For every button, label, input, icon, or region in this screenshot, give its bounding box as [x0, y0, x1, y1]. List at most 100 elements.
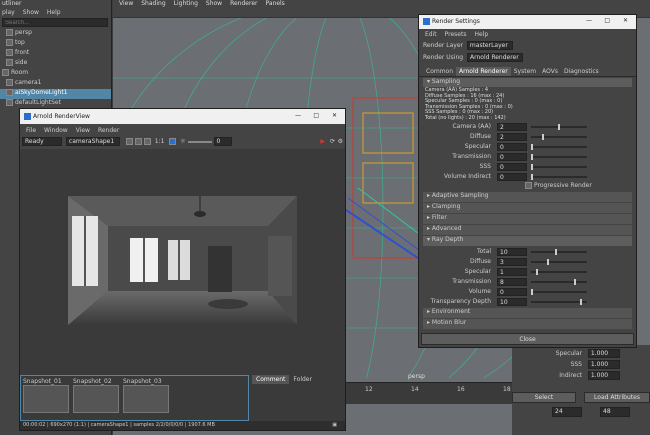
viewport-menu-view[interactable]: View: [119, 0, 133, 7]
sampling-slider-handle[interactable]: [531, 153, 533, 160]
outliner-item-skydome[interactable]: aiSkyDomeLight1: [0, 89, 111, 99]
render-layer-select[interactable]: masterLayer: [466, 41, 513, 50]
ray-depth-field[interactable]: 10: [497, 297, 527, 306]
sampling-field[interactable]: 0: [497, 162, 527, 171]
outliner-item-side[interactable]: side: [0, 59, 111, 69]
ray-depth-field[interactable]: 8: [497, 277, 527, 286]
attr-indirect-field[interactable]: 1.000: [587, 371, 620, 380]
outliner-menu-display[interactable]: play: [2, 9, 15, 16]
rs-menu-help[interactable]: Help: [474, 31, 488, 38]
ray-depth-slider-handle[interactable]: [580, 298, 582, 305]
sampling-slider-handle[interactable]: [558, 123, 560, 130]
sampling-slider-handle[interactable]: [542, 133, 544, 140]
exposure-field[interactable]: 0: [213, 137, 232, 146]
refresh-icon[interactable]: ⟳: [330, 138, 335, 145]
sampling-slider-handle[interactable]: [531, 173, 533, 180]
section-sampling[interactable]: ▾ Sampling: [423, 78, 632, 87]
attr-specular-field[interactable]: 1.000: [587, 349, 620, 358]
ray-depth-field[interactable]: 0: [497, 287, 527, 296]
viewport-menu-panels[interactable]: Panels: [265, 0, 284, 7]
checkbox[interactable]: [525, 181, 532, 189]
tab-system[interactable]: System: [511, 67, 539, 76]
close-icon[interactable]: ✕: [623, 17, 628, 24]
ray-depth-field[interactable]: 1: [497, 267, 527, 276]
minimize-icon[interactable]: —: [295, 112, 301, 119]
render-settings-titlebar[interactable]: Render Settings — □ ✕: [419, 15, 636, 29]
rs-menu-presets[interactable]: Presets: [445, 31, 467, 38]
ray-depth-slider[interactable]: [531, 280, 587, 283]
snapshot-3[interactable]: Snapshot_03: [123, 378, 169, 414]
tab-diagnostics[interactable]: Diagnostics: [561, 67, 602, 76]
sampling-field[interactable]: 0: [497, 152, 527, 161]
section-ray-depth[interactable]: ▾ Ray Depth: [423, 235, 632, 246]
maximize-icon[interactable]: □: [604, 17, 610, 24]
sampling-field[interactable]: 0: [497, 142, 527, 151]
outliner-menu-show[interactable]: Show: [23, 9, 39, 16]
minimize-icon[interactable]: —: [586, 17, 592, 24]
ray-depth-slider[interactable]: [531, 250, 587, 253]
outliner-item-room[interactable]: Room: [0, 69, 111, 79]
sampling-slider-handle[interactable]: [531, 163, 533, 170]
outliner-item-top[interactable]: top: [0, 39, 111, 49]
ray-depth-slider[interactable]: [531, 270, 587, 273]
rv-menu-file[interactable]: File: [26, 127, 36, 134]
render-play-icon[interactable]: ▶: [320, 138, 325, 145]
viewport-menu-lighting[interactable]: Lighting: [174, 0, 198, 7]
select-button[interactable]: Select: [512, 392, 576, 403]
section-environment[interactable]: ▸ Environment: [423, 307, 632, 318]
ray-depth-slider-handle[interactable]: [531, 288, 533, 295]
outliner-menu-help[interactable]: Help: [47, 9, 61, 16]
rv-menu-window[interactable]: Window: [44, 127, 68, 134]
frame-start-field[interactable]: 24: [552, 407, 582, 417]
tab-folder[interactable]: Folder: [289, 375, 316, 384]
ray-depth-slider-handle[interactable]: [555, 248, 557, 255]
exposure-icon[interactable]: ☼: [180, 138, 185, 145]
renderview-titlebar[interactable]: Arnold RenderView — □ ✕: [20, 109, 345, 124]
frame-end-field[interactable]: 48: [600, 407, 630, 417]
exposure-slider[interactable]: [187, 140, 212, 143]
camera-snapshot-icon[interactable]: ▣: [332, 421, 337, 429]
ray-depth-slider[interactable]: [531, 260, 587, 263]
sampling-field[interactable]: 2: [497, 132, 527, 141]
status-select[interactable]: Ready: [22, 137, 62, 146]
sampling-slider[interactable]: [531, 145, 587, 148]
viewport-menu-renderer[interactable]: Renderer: [230, 0, 257, 7]
snapshot-2[interactable]: Snapshot_02: [73, 378, 119, 414]
viewport-menu-show[interactable]: Show: [206, 0, 222, 7]
crop-icon[interactable]: [169, 138, 177, 145]
ray-depth-slider-handle[interactable]: [574, 278, 576, 285]
sampling-slider[interactable]: [531, 165, 587, 168]
tab-comment[interactable]: Comment: [252, 375, 290, 384]
tab-arnold-renderer[interactable]: Arnold Renderer: [456, 67, 511, 76]
sampling-slider-handle[interactable]: [531, 143, 533, 150]
section-clamping[interactable]: ▸ Clamping: [423, 202, 632, 213]
outliner-item-camera1[interactable]: camera1: [0, 79, 111, 89]
settings-gear-icon[interactable]: ⚙: [338, 138, 343, 145]
snapshot-1[interactable]: Snapshot_01: [23, 378, 69, 414]
section-motion-blur[interactable]: ▸ Motion Blur: [423, 318, 632, 329]
rv-menu-view[interactable]: View: [76, 127, 90, 134]
sampling-field[interactable]: 0: [497, 172, 527, 181]
tab-aovs[interactable]: AOVs: [539, 67, 561, 76]
progressive-render-row[interactable]: Progressive Render: [419, 181, 636, 191]
ratio-label[interactable]: 1:1: [155, 138, 165, 145]
color-icon[interactable]: [134, 138, 142, 145]
outliner-search-input[interactable]: [2, 18, 108, 27]
rv-menu-render[interactable]: Render: [98, 127, 119, 134]
sampling-slider[interactable]: [531, 175, 587, 178]
region-icon[interactable]: [143, 138, 151, 145]
sampling-slider[interactable]: [531, 135, 587, 138]
section-adaptive-sampling[interactable]: ▸ Adaptive Sampling: [423, 191, 632, 202]
camera-select[interactable]: cameraShape1: [65, 137, 120, 146]
ray-depth-slider-handle[interactable]: [536, 268, 538, 275]
sampling-field[interactable]: 2: [497, 122, 527, 131]
attr-sss-field[interactable]: 1.000: [587, 360, 620, 369]
render-viewport[interactable]: [20, 149, 345, 375]
outliner-item-front[interactable]: front: [0, 49, 111, 59]
load-attributes-button[interactable]: Load Attributes: [584, 392, 650, 403]
render-using-select[interactable]: Arnold Renderer: [467, 53, 523, 62]
tab-common[interactable]: Common: [423, 67, 456, 76]
ray-depth-field[interactable]: 3: [497, 257, 527, 266]
ray-depth-slider[interactable]: [531, 290, 587, 293]
section-filter[interactable]: ▸ Filter: [423, 213, 632, 224]
